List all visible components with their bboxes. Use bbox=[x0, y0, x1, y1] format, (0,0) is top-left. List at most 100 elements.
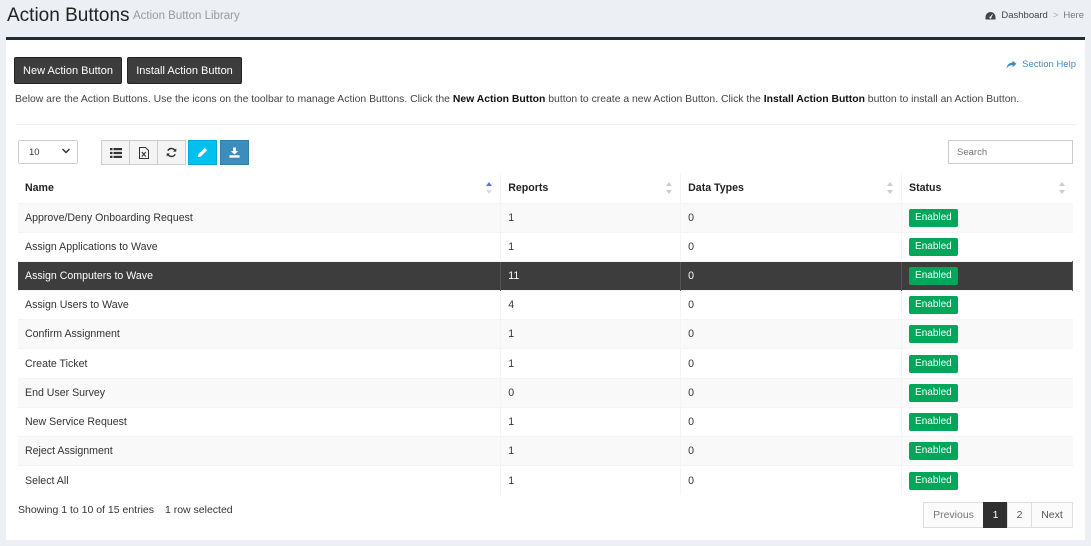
cell-reports: 1 bbox=[500, 465, 681, 495]
cell-status: Enabled bbox=[901, 231, 1073, 262]
breadcrumb-dashboard-link[interactable]: Dashboard bbox=[1001, 10, 1047, 21]
pagination: Previous 1 2 Next bbox=[923, 502, 1073, 528]
export-excel-button[interactable] bbox=[129, 140, 158, 165]
cell-reports: 1 bbox=[500, 406, 681, 437]
intro-part-2: button to create a new Action Button. Cl… bbox=[545, 94, 764, 105]
cell-reports: 11 bbox=[500, 260, 682, 291]
status-badge: Enabled bbox=[909, 412, 958, 431]
refresh-icon bbox=[166, 147, 177, 158]
cell-data-types: 0 bbox=[680, 435, 902, 466]
cell-reports: 0 bbox=[500, 377, 681, 408]
table-row[interactable]: End User Survey 0 0 Enabled bbox=[18, 377, 1073, 408]
column-header-label: Data Types bbox=[688, 182, 744, 195]
table-row[interactable]: Assign Users to Wave 4 0 Enabled bbox=[18, 290, 1073, 320]
sort-ascending-icon bbox=[486, 182, 493, 194]
page-title: Action Buttons bbox=[7, 5, 130, 26]
download-button[interactable] bbox=[220, 140, 249, 165]
cell-reports: 1 bbox=[500, 319, 681, 349]
cell-data-types: 0 bbox=[680, 202, 902, 233]
cell-name: Confirm Assignment bbox=[18, 319, 501, 349]
cell-data-types: 0 bbox=[680, 377, 902, 408]
cell-status: Enabled bbox=[901, 435, 1073, 466]
download-icon bbox=[229, 147, 240, 158]
cell-name: Select All bbox=[18, 465, 501, 495]
column-header-label: Name bbox=[25, 182, 54, 195]
pagination-previous[interactable]: Previous bbox=[923, 502, 984, 528]
sort-icon bbox=[1058, 182, 1065, 194]
cell-data-types: 0 bbox=[680, 406, 902, 437]
breadcrumb-separator: > bbox=[1052, 10, 1059, 21]
cell-reports: 1 bbox=[500, 231, 681, 262]
chevron-down-icon bbox=[61, 148, 71, 154]
install-action-button[interactable]: Install Action Button bbox=[127, 57, 242, 84]
intro-bold-new: New Action Button bbox=[452, 94, 546, 105]
column-header-name[interactable]: Name bbox=[18, 174, 501, 204]
pagination-next[interactable]: Next bbox=[1031, 502, 1073, 528]
columns-button[interactable] bbox=[101, 140, 130, 165]
status-badge: Enabled bbox=[909, 383, 958, 402]
cell-name: Reject Assignment bbox=[18, 435, 501, 466]
status-badge: Enabled bbox=[909, 354, 958, 373]
table-row[interactable]: Create Ticket 1 0 Enabled bbox=[18, 348, 1073, 379]
cell-data-types: 0 bbox=[680, 319, 902, 349]
new-action-button[interactable]: New Action Button bbox=[14, 57, 122, 84]
section-help-link[interactable]: Section Help bbox=[1006, 59, 1076, 70]
table-row-selected[interactable]: Assign Computers to Wave 11 0 Enabled bbox=[18, 260, 1073, 291]
cell-status: Enabled bbox=[901, 377, 1073, 408]
cell-reports: 1 bbox=[500, 348, 681, 379]
table-row[interactable]: Assign Applications to Wave 1 0 Enabled bbox=[18, 231, 1073, 262]
status-badge: Enabled bbox=[909, 296, 958, 315]
search-input[interactable] bbox=[948, 140, 1073, 164]
dashboard-icon bbox=[985, 11, 996, 19]
cell-data-types: 0 bbox=[680, 348, 902, 379]
cell-reports: 1 bbox=[500, 202, 681, 233]
table-header-row: Name Reports Data Types Status bbox=[18, 174, 1073, 204]
status-badge: Enabled bbox=[909, 266, 958, 285]
cell-data-types: 0 bbox=[680, 465, 902, 495]
column-header-label: Status bbox=[909, 182, 942, 195]
status-badge: Enabled bbox=[909, 442, 958, 461]
cell-status: Enabled bbox=[901, 465, 1073, 495]
intro-text: Below are the Action Buttons. Use the ic… bbox=[15, 94, 1019, 105]
cell-name: End User Survey bbox=[18, 377, 501, 408]
table-row[interactable]: Approve/Deny Onboarding Request 1 0 Enab… bbox=[18, 202, 1073, 233]
cell-status: Enabled bbox=[901, 406, 1073, 437]
cell-status: Enabled bbox=[901, 348, 1073, 379]
column-header-data-types[interactable]: Data Types bbox=[680, 174, 902, 204]
cell-name: Assign Applications to Wave bbox=[18, 231, 501, 262]
status-badge: Enabled bbox=[909, 471, 958, 490]
cell-name: Assign Users to Wave bbox=[18, 290, 501, 320]
cell-status: Enabled bbox=[901, 290, 1073, 320]
column-header-status[interactable]: Status bbox=[901, 174, 1073, 204]
cell-name: Create Ticket bbox=[18, 348, 501, 379]
list-icon bbox=[109, 147, 122, 158]
section-help-label: Section Help bbox=[1022, 59, 1076, 70]
page-length-select[interactable]: 10 bbox=[18, 140, 78, 164]
page-length-value: 10 bbox=[29, 146, 40, 158]
edit-button[interactable] bbox=[188, 140, 217, 165]
table-row[interactable]: New Service Request 1 0 Enabled bbox=[18, 406, 1073, 437]
cell-status: Enabled bbox=[901, 202, 1073, 233]
content-box: New Action Button Install Action Button … bbox=[6, 37, 1085, 540]
pagination-page-2[interactable]: 2 bbox=[1007, 502, 1032, 528]
table-row[interactable]: Select All 1 0 Enabled bbox=[18, 465, 1073, 495]
table-info: Showing 1 to 10 of 15 entries 1 row sele… bbox=[18, 504, 233, 516]
cell-status: Enabled bbox=[901, 260, 1073, 291]
pagination-page-1[interactable]: 1 bbox=[983, 502, 1008, 528]
page-subtitle: Action Button Library bbox=[133, 10, 240, 22]
sort-icon bbox=[887, 182, 894, 194]
cell-data-types: 0 bbox=[680, 290, 902, 320]
column-header-reports[interactable]: Reports bbox=[500, 174, 681, 204]
cell-name: Approve/Deny Onboarding Request bbox=[18, 202, 501, 233]
pencil-icon bbox=[197, 147, 208, 158]
table-row[interactable]: Confirm Assignment 1 0 Enabled bbox=[18, 319, 1073, 349]
table-toolbar bbox=[101, 140, 249, 165]
share-arrow-icon bbox=[1006, 60, 1017, 69]
breadcrumb-current: Here bbox=[1063, 10, 1084, 21]
intro-part-1: Below are the Action Buttons. Use the ic… bbox=[15, 94, 453, 105]
status-badge: Enabled bbox=[909, 237, 958, 256]
cell-name: New Service Request bbox=[18, 406, 501, 437]
table-row[interactable]: Reject Assignment 1 0 Enabled bbox=[18, 435, 1073, 466]
divider bbox=[15, 124, 1076, 125]
refresh-button[interactable] bbox=[157, 140, 186, 165]
